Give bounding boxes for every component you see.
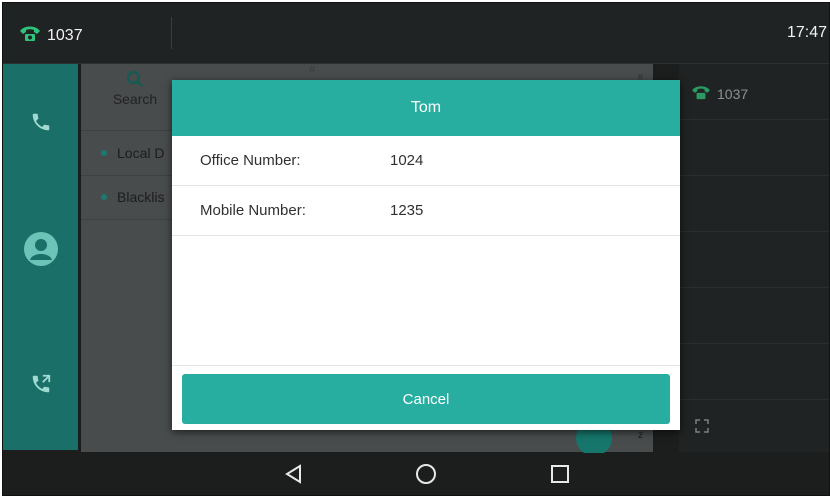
home-icon[interactable] bbox=[413, 461, 439, 487]
dialog-footer: Cancel bbox=[172, 365, 680, 430]
field-value: 1235 bbox=[390, 202, 424, 219]
list-item-label: Local D bbox=[117, 145, 165, 161]
nav-dialer[interactable] bbox=[3, 94, 78, 154]
list-item-label: Blacklis bbox=[117, 189, 165, 205]
field-label: Mobile Number: bbox=[200, 202, 306, 219]
office-number-row[interactable]: Office Number: 1024 bbox=[172, 136, 680, 186]
bullet-icon bbox=[101, 194, 107, 200]
nav-call-history[interactable] bbox=[3, 356, 78, 416]
search-label: Search bbox=[112, 91, 158, 107]
bullet-icon bbox=[101, 150, 107, 156]
nav-contacts[interactable] bbox=[3, 221, 78, 281]
status-divider bbox=[171, 17, 172, 49]
account-number: 1037 bbox=[47, 26, 83, 44]
handset-icon bbox=[30, 111, 52, 138]
field-value: 1024 bbox=[390, 152, 424, 169]
account-status[interactable]: 1037 bbox=[19, 24, 83, 47]
left-nav bbox=[3, 64, 78, 450]
clock: 17:47 bbox=[786, 24, 827, 41]
search-button[interactable]: Search bbox=[105, 70, 165, 107]
contacts-icon bbox=[23, 231, 58, 271]
system-nav-bar bbox=[3, 453, 829, 495]
search-icon bbox=[126, 70, 144, 91]
dialog-title: Tom bbox=[172, 80, 680, 136]
empty-line bbox=[679, 232, 829, 288]
empty-line bbox=[679, 176, 829, 232]
account-number: 1037 bbox=[717, 85, 749, 102]
call-forward-icon bbox=[30, 373, 52, 400]
expand-icon[interactable] bbox=[695, 419, 709, 438]
phone-icon bbox=[19, 24, 41, 47]
phone-screen: 1037 17:47 Search # # Local D Blacklis z… bbox=[2, 2, 830, 496]
index-hash: # bbox=[309, 64, 316, 76]
index-z: z bbox=[638, 430, 643, 441]
back-icon[interactable] bbox=[281, 461, 307, 487]
empty-line bbox=[679, 288, 829, 344]
account-line[interactable]: 1037 bbox=[679, 64, 829, 120]
recents-icon[interactable] bbox=[547, 461, 573, 487]
cancel-button[interactable]: Cancel bbox=[182, 374, 670, 424]
field-label: Office Number: bbox=[200, 152, 301, 169]
empty-line bbox=[679, 120, 829, 176]
empty-line bbox=[679, 344, 829, 400]
mobile-number-row[interactable]: Mobile Number: 1235 bbox=[172, 186, 680, 236]
contact-detail-dialog: Tom Office Number: 1024 Mobile Number: 1… bbox=[172, 80, 680, 430]
phone-icon bbox=[691, 84, 711, 103]
status-bar: 1037 17:47 bbox=[3, 3, 829, 64]
account-panel: 1037 bbox=[679, 64, 829, 452]
